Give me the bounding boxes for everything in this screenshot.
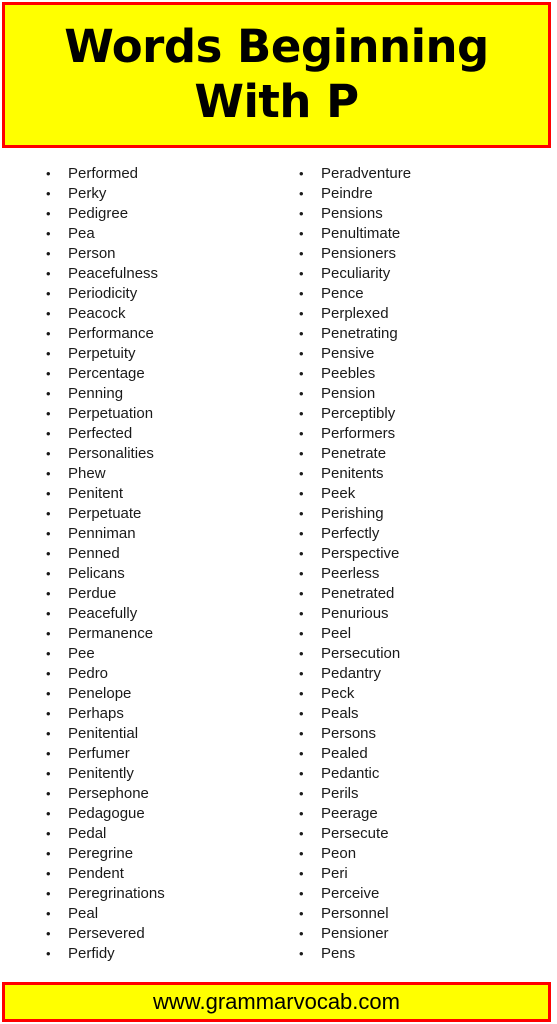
list-item: Pedal [44,824,253,844]
list-item: Perceptibly [297,404,557,424]
list-item: Penetrate [297,444,557,464]
list-item: Peculiarity [297,264,557,284]
word-list-columns: PerformedPerkyPedigreePeaPersonPeacefuln… [0,164,557,964]
list-item: Peebles [297,364,557,384]
list-item: Persephone [44,784,253,804]
list-item: Permanence [44,624,253,644]
list-item: Pence [297,284,557,304]
list-item: Perfectly [297,524,557,544]
list-item: Pedantry [297,664,557,684]
list-item: Perhaps [44,704,253,724]
list-item: Penetrating [297,324,557,344]
list-item: Penitent [44,484,253,504]
list-item: Pens [297,944,557,964]
list-item: Penelope [44,684,253,704]
list-item: Pelicans [44,564,253,584]
header-banner: Words Beginning With P [2,2,551,148]
list-item: Perceive [297,884,557,904]
list-item: Personnel [297,904,557,924]
list-item: Peindre [297,184,557,204]
footer-banner: www.grammarvocab.com [2,982,551,1022]
list-item: Penurious [297,604,557,624]
list-item: Performers [297,424,557,444]
list-item: Pedigree [44,204,253,224]
list-item: Pedagogue [44,804,253,824]
list-item: Pendent [44,864,253,884]
list-item: Peal [44,904,253,924]
word-column-left: PerformedPerkyPedigreePeaPersonPeacefuln… [0,164,253,964]
list-item: Peon [297,844,557,864]
list-item: Peregrine [44,844,253,864]
list-item: Pee [44,644,253,664]
list-item: Peerless [297,564,557,584]
word-list-left: PerformedPerkyPedigreePeaPersonPeacefuln… [44,164,253,964]
list-item: Pealed [297,744,557,764]
list-item: Perfected [44,424,253,444]
list-item: Penniman [44,524,253,544]
list-item: Peals [297,704,557,724]
list-item: Pedro [44,664,253,684]
list-item: Perishing [297,504,557,524]
list-item: Peerage [297,804,557,824]
list-item: Perpetuate [44,504,253,524]
word-column-right: PeradventurePeindrePensionsPenultimatePe… [253,164,557,964]
list-item: Performance [44,324,253,344]
list-item: Phew [44,464,253,484]
list-item: Penning [44,384,253,404]
list-item: Peel [297,624,557,644]
list-item: Perky [44,184,253,204]
list-item: Periodicity [44,284,253,304]
list-item: Pensive [297,344,557,364]
page-title: Words Beginning With P [64,20,489,128]
list-item: Persecution [297,644,557,664]
list-item: Peek [297,484,557,504]
website-url: www.grammarvocab.com [153,989,400,1014]
list-item: Pension [297,384,557,404]
list-item: Persons [297,724,557,744]
list-item: Peck [297,684,557,704]
list-item: Penetrated [297,584,557,604]
word-list-right: PeradventurePeindrePensionsPenultimatePe… [297,164,557,964]
list-item: Percentage [44,364,253,384]
list-item: Perfidy [44,944,253,964]
list-item: Person [44,244,253,264]
list-item: Peacock [44,304,253,324]
list-item: Perspective [297,544,557,564]
list-item: Perplexed [297,304,557,324]
list-item: Pensions [297,204,557,224]
list-item: Pedantic [297,764,557,784]
list-item: Peacefully [44,604,253,624]
list-item: Peradventure [297,164,557,184]
list-item: Perpetuity [44,344,253,364]
list-item: Personalities [44,444,253,464]
list-item: Peregrinations [44,884,253,904]
list-item: Perfumer [44,744,253,764]
list-item: Penitently [44,764,253,784]
list-item: Penultimate [297,224,557,244]
list-item: Penitential [44,724,253,744]
list-item: Pea [44,224,253,244]
list-item: Peri [297,864,557,884]
list-item: Perdue [44,584,253,604]
list-item: Penned [44,544,253,564]
list-item: Persevered [44,924,253,944]
list-item: Perils [297,784,557,804]
list-item: Peacefulness [44,264,253,284]
list-item: Penitents [297,464,557,484]
list-item: Perpetuation [44,404,253,424]
list-item: Persecute [297,824,557,844]
list-item: Pensioner [297,924,557,944]
list-item: Performed [44,164,253,184]
list-item: Pensioners [297,244,557,264]
